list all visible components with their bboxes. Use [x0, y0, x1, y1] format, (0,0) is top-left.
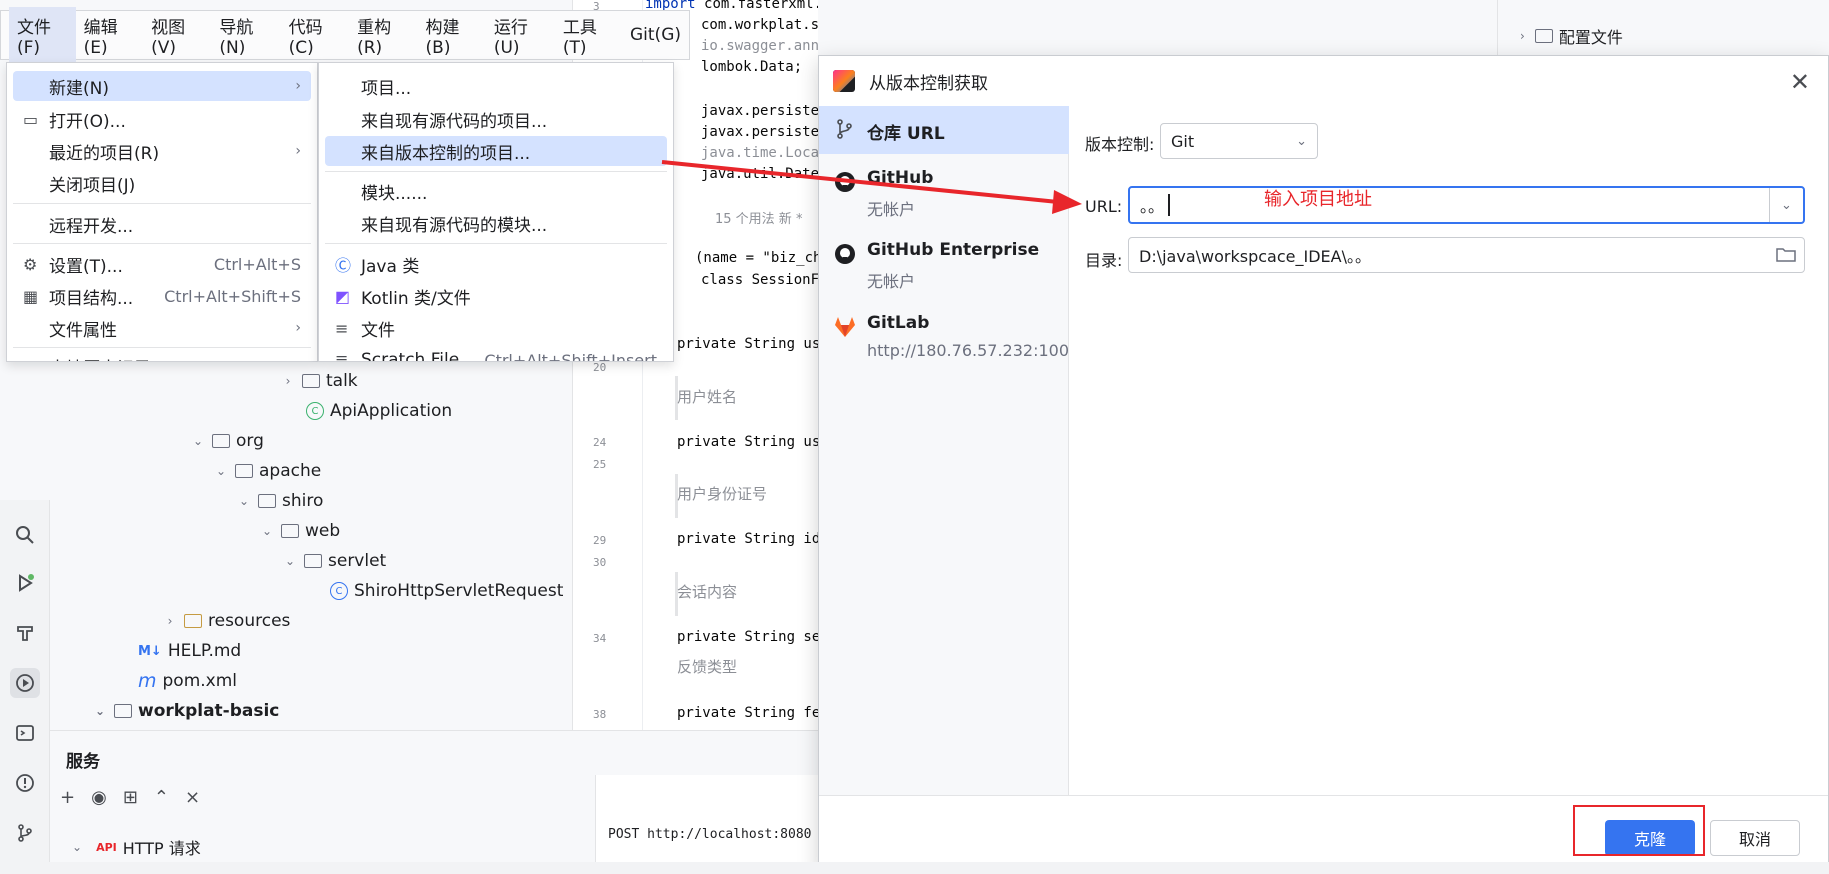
annotation-label: 输入项目地址: [1264, 189, 1372, 210]
annotation-box: [1573, 805, 1705, 856]
status-strip: [0, 862, 1829, 874]
annotation-arrow: [661, 160, 1082, 214]
